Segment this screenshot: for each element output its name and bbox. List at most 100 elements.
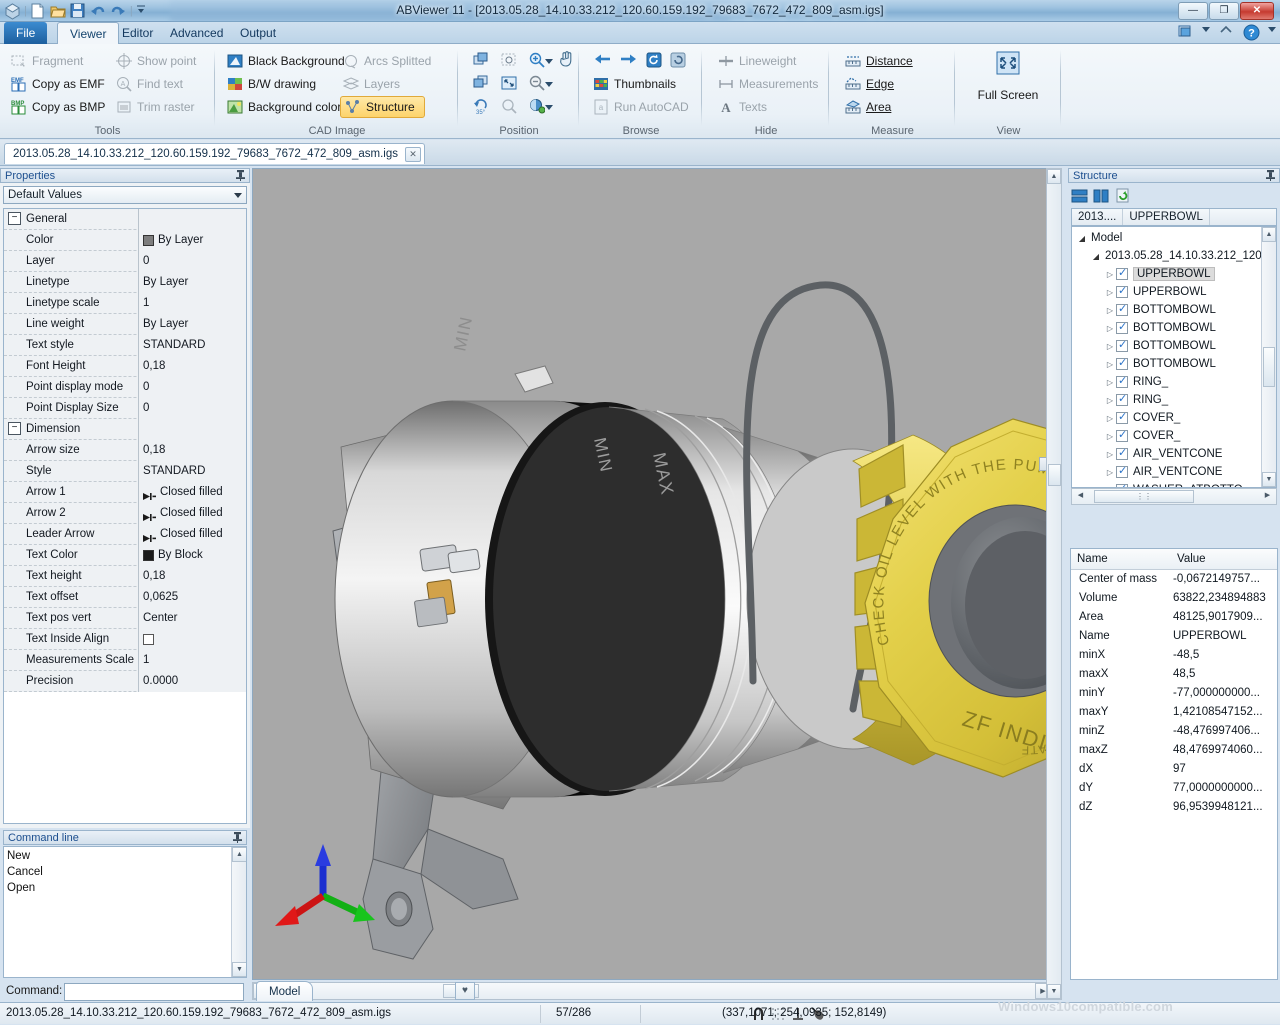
viewport-horizontal-scrollbar[interactable]: ◀ ▶ (252, 982, 1052, 1000)
property-category-row[interactable]: Dimension (4, 419, 246, 440)
ribbon-item-measurements[interactable]: Measurements (715, 73, 821, 95)
scroll-down-icon[interactable]: ▼ (1262, 472, 1276, 487)
sheet-menu-icon[interactable]: ♥ (455, 982, 475, 1000)
expander-closed-icon[interactable]: ▷ (1104, 324, 1116, 333)
visibility-checkbox[interactable] (1116, 394, 1128, 406)
visibility-checkbox[interactable] (1116, 430, 1128, 442)
send-to-back-icon[interactable] (473, 75, 489, 91)
expander-closed-icon[interactable]: ▷ (1104, 306, 1116, 315)
property-row[interactable]: Text offset0,0625 (4, 587, 246, 608)
bring-to-front-icon[interactable] (473, 52, 489, 68)
property-value[interactable]: 0 (139, 398, 246, 419)
property-value[interactable]: 0,18 (139, 356, 246, 377)
tree-node[interactable]: ▷UPPERBOWL (1072, 265, 1276, 283)
visibility-checkbox[interactable] (1116, 304, 1128, 316)
ribbon-item-background-color[interactable]: Background color (224, 96, 344, 118)
property-row[interactable]: Precision0.0000 (4, 671, 246, 692)
ribbon-item-layers[interactable]: Layers (340, 73, 403, 95)
zoom-out-icon[interactable] (529, 75, 545, 91)
expander-closed-icon[interactable]: ▷ (1104, 360, 1116, 369)
command-history-item[interactable]: Open (4, 880, 246, 896)
ribbon-item-structure[interactable]: Structure (340, 96, 425, 118)
expander-open-icon[interactable]: ◢ (1090, 252, 1102, 261)
ribbon-item-arcs-splitted[interactable]: Arcs Splitted (340, 50, 434, 72)
ribbon-item-texts[interactable]: A Texts (715, 96, 770, 118)
structure-tree-scrollbar[interactable]: ▲ ▼ (1261, 227, 1276, 487)
collapse-ribbon-icon[interactable] (1218, 24, 1235, 41)
tab-advanced[interactable]: Advanced (158, 22, 235, 44)
property-value[interactable]: By Layer (139, 314, 246, 335)
tree-node[interactable]: ▷BOTTOMBOWL (1072, 319, 1276, 337)
command-history-item[interactable]: Cancel (4, 864, 246, 880)
structure-tree[interactable]: ◢Model◢2013.05.28_14.10.33.212_120▷UPPER… (1071, 226, 1277, 488)
table-row[interactable]: NameUPPERBOWL (1071, 627, 1277, 646)
tree-node[interactable]: ▷COVER_ (1072, 409, 1276, 427)
breadcrumb-item-0[interactable]: 2013.... (1072, 209, 1123, 225)
table-row[interactable]: dY77,0000000000... (1071, 779, 1277, 798)
table-row[interactable]: maxY1,42108547152... (1071, 703, 1277, 722)
property-value[interactable]: 0,0625 (139, 587, 246, 608)
sheet-tab-model[interactable]: Model (256, 981, 313, 1001)
close-button[interactable]: ✕ (1240, 2, 1274, 20)
scroll-up-icon[interactable]: ▲ (1047, 169, 1061, 184)
table-row[interactable]: maxX48,5 (1071, 665, 1277, 684)
ribbon-item-area[interactable]: Area (842, 96, 894, 118)
window-mode-icon[interactable] (1177, 24, 1194, 41)
visibility-checkbox[interactable] (1116, 322, 1128, 334)
property-row[interactable]: Point display mode0 (4, 377, 246, 398)
next-icon[interactable] (620, 52, 636, 68)
breadcrumb-item-1[interactable]: UPPERBOWL (1123, 209, 1210, 225)
chevron-down-icon[interactable] (1202, 24, 1210, 41)
expander-closed-icon[interactable]: ▷ (1104, 396, 1116, 405)
ribbon-item-trim-raster[interactable]: Trim raster (113, 96, 198, 118)
expander-closed-icon[interactable]: ▷ (1104, 288, 1116, 297)
property-row[interactable]: Arrow size0,18 (4, 440, 246, 461)
properties-grid[interactable]: GeneralColorBy LayerLayer0LinetypeBy Lay… (3, 208, 247, 824)
property-row[interactable]: Line weightBy Layer (4, 314, 246, 335)
command-input[interactable] (64, 983, 244, 1001)
chevron-down-icon[interactable] (545, 79, 553, 95)
property-row[interactable]: Arrow 2Closed filled (4, 503, 246, 524)
ribbon-right-controls[interactable]: ? (1177, 24, 1276, 41)
property-row[interactable]: Layer0 (4, 251, 246, 272)
table-row[interactable]: minY-77,000000000... (1071, 684, 1277, 703)
structure-toolbar[interactable] (1071, 186, 1132, 206)
document-tab[interactable]: 2013.05.28_14.10.33.212_120.60.159.192_7… (4, 143, 425, 164)
table-row[interactable]: Center of mass-0,0672149757... (1071, 570, 1277, 589)
minimize-button[interactable]: — (1178, 2, 1208, 20)
property-value[interactable]: Center (139, 608, 246, 629)
ribbon-item-run-autocad[interactable]: a Run AutoCAD (590, 96, 692, 118)
help-chevron-icon[interactable] (1268, 24, 1276, 41)
ribbon-item-distance[interactable]: Distance (842, 50, 916, 72)
previous-icon[interactable] (594, 52, 610, 68)
command-history-list[interactable]: NewCancelOpen ▲ ▼ (3, 846, 247, 978)
tree-node[interactable]: ▷RING_ (1072, 373, 1276, 391)
expander-closed-icon[interactable]: ▷ (1104, 270, 1116, 279)
visibility-checkbox[interactable] (1116, 466, 1128, 478)
tree-node[interactable]: ▷BOTTOMBOWL (1072, 355, 1276, 373)
property-row[interactable]: Text pos vertCenter (4, 608, 246, 629)
visibility-checkbox[interactable] (1116, 376, 1128, 388)
expander-closed-icon[interactable]: ▷ (1104, 414, 1116, 423)
help-icon[interactable]: ? (1243, 24, 1260, 41)
visibility-checkbox[interactable] (1116, 412, 1128, 424)
property-value[interactable] (139, 629, 246, 650)
chevron-down-icon[interactable] (545, 56, 553, 72)
property-row[interactable]: Text height0,18 (4, 566, 246, 587)
property-row[interactable]: StyleSTANDARD (4, 461, 246, 482)
visibility-checkbox[interactable] (1116, 448, 1128, 460)
expander-closed-icon[interactable]: ▷ (1104, 468, 1116, 477)
table-row[interactable]: maxZ48,4769974060... (1071, 741, 1277, 760)
object-properties-grid[interactable]: Name Value Center of mass-0,0672149757..… (1070, 548, 1278, 980)
property-value[interactable]: Closed filled (139, 503, 246, 524)
structure-horizontal-scrollbar[interactable]: ◀ ⋮⋮ ▶ (1071, 488, 1277, 505)
tree-node[interactable]: ▷UPPERBOWL (1072, 283, 1276, 301)
property-row[interactable]: Point Display Size0 (4, 398, 246, 419)
zoom-window-icon[interactable] (501, 52, 517, 68)
property-value[interactable]: By Block (139, 545, 246, 566)
maximize-button[interactable]: ❐ (1209, 2, 1239, 20)
scroll-left-icon[interactable]: ◀ (1073, 489, 1088, 504)
column-header-value[interactable]: Value (1171, 549, 1277, 569)
property-value[interactable]: 0 (139, 377, 246, 398)
tree-node[interactable]: ▷COVER_ (1072, 427, 1276, 445)
